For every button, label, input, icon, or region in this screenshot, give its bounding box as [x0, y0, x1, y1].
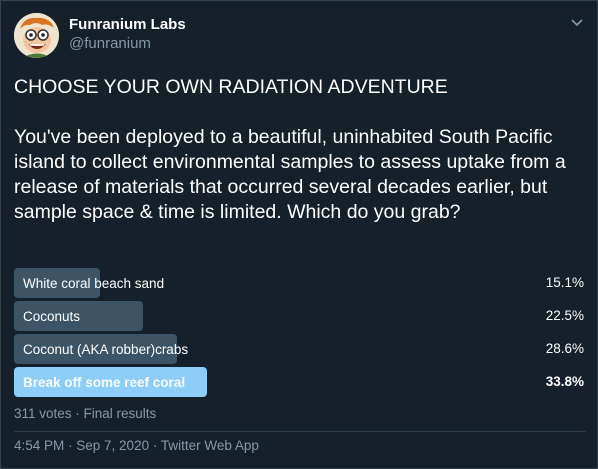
author-name[interactable]: Funranium Labs — [69, 16, 186, 33]
poll-summary: 311 votes · Final results — [14, 406, 157, 421]
poll-option-percent: 28.6% — [545, 341, 584, 356]
more-options-button[interactable] — [567, 13, 587, 33]
tweet-title: CHOOSE YOUR OWN RADIATION ADVENTURE — [14, 76, 448, 98]
tweet-paragraph: You've been deployed to a beautiful, uni… — [14, 126, 566, 223]
poll-option-percent: 33.8% — [545, 374, 584, 389]
poll-option-label: Coconuts — [23, 308, 81, 324]
poll-option-winner: Break off some reef coral 33.8% — [14, 367, 586, 397]
avatar[interactable] — [14, 13, 59, 58]
poll-option: Coconut (AKA robber)crabs 28.6% — [14, 334, 586, 364]
divider — [14, 431, 586, 432]
poll-option-label: Break off some reef coral — [23, 374, 186, 390]
poll: White coral beach sand 15.1% Coconuts 22… — [14, 268, 586, 400]
poll-option-percent: 15.1% — [545, 275, 584, 290]
poll-option: Coconuts 22.5% — [14, 301, 586, 331]
tweet-text: CHOOSE YOUR OWN RADIATION ADVENTURE You'… — [14, 75, 586, 225]
tweet-card: Funranium Labs @funranium CHOOSE YOUR OW… — [0, 0, 598, 469]
tweet-timestamp[interactable]: 4:54 PM · Sep 7, 2020 · Twitter Web App — [14, 438, 259, 453]
author-handle[interactable]: @funranium — [69, 35, 151, 52]
chevron-down-icon — [571, 19, 583, 27]
cartoon-avatar-icon — [14, 13, 59, 58]
poll-option-label: Coconut (AKA robber)crabs — [23, 341, 189, 357]
poll-option-label: White coral beach sand — [23, 275, 165, 291]
poll-option: White coral beach sand 15.1% — [14, 268, 586, 298]
poll-option-percent: 22.5% — [545, 308, 584, 323]
